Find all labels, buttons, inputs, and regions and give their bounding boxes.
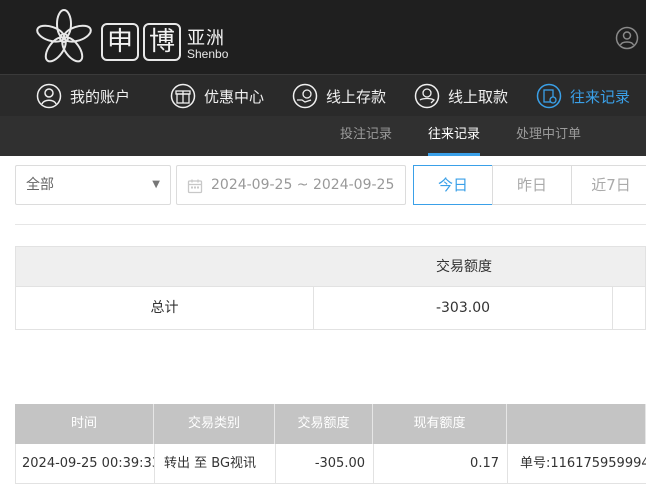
cell-balance: 0.17 xyxy=(374,444,508,484)
date-range-value: 2024-09-25 ~ 2024-09-25 xyxy=(211,177,395,193)
main-nav: 我的账户 优惠中心 线上存款 线上取款 往来记录 xyxy=(0,74,646,116)
column-header-amount: 交易额度 xyxy=(275,404,373,444)
logo-char-1: 申 xyxy=(101,23,139,61)
flower-logo-icon xyxy=(36,9,92,63)
nav-label: 往来记录 xyxy=(570,87,631,106)
nav-label: 我的账户 xyxy=(70,87,131,106)
cell-amount: -305.00 xyxy=(276,444,374,484)
caret-down-icon: ▼ xyxy=(152,179,160,190)
summary-header: 交易额度 xyxy=(15,246,646,287)
date-range-input[interactable]: 2024-09-25 ~ 2024-09-25 xyxy=(176,165,406,205)
user-account-icon[interactable] xyxy=(615,26,639,50)
summary-total-value: -303.00 xyxy=(314,287,613,329)
column-header-order xyxy=(507,404,646,444)
nav-item-promotions[interactable]: 优惠中心 xyxy=(170,75,264,117)
summary-header-label: 交易额度 xyxy=(436,259,492,275)
select-value: 全部 xyxy=(26,177,54,193)
tab-bet-records[interactable]: 投注记录 xyxy=(340,116,392,156)
nav-item-online-deposit[interactable]: 线上存款 xyxy=(292,75,386,117)
nav-label: 线上存款 xyxy=(326,87,387,106)
column-header-type: 交易类别 xyxy=(154,404,275,444)
logo-char-2: 博 xyxy=(143,23,181,61)
sub-nav: 投注记录 往来记录 处理中订单 xyxy=(0,116,646,156)
today-button[interactable]: 今日 xyxy=(413,165,493,205)
column-header-balance: 现有额度 xyxy=(373,404,507,444)
table-row: 2024-09-25 00:39:33 转出 至 BG视讯 -305.00 0.… xyxy=(15,444,646,484)
nav-label: 优惠中心 xyxy=(204,87,265,106)
transaction-type-select[interactable]: 全部 ▼ xyxy=(15,165,171,205)
column-header-time: 时间 xyxy=(15,404,154,444)
nav-label: 线上取款 xyxy=(448,87,509,106)
records-icon xyxy=(536,83,562,109)
divider xyxy=(15,224,646,225)
user-circle-icon xyxy=(36,83,62,109)
tab-transaction-records[interactable]: 往来记录 xyxy=(428,116,481,156)
nav-item-online-withdraw[interactable]: 线上取款 xyxy=(414,75,508,117)
cell-type: 转出 至 BG视讯 xyxy=(155,444,276,484)
deposit-icon xyxy=(292,83,318,109)
nav-item-records[interactable]: 往来记录 xyxy=(536,75,630,117)
tab-pending-orders[interactable]: 处理中订单 xyxy=(516,116,581,156)
cell-time: 2024-09-25 00:39:33 xyxy=(16,444,155,484)
top-header: 申 博 亚洲 Shenbo xyxy=(0,0,646,74)
yesterday-button[interactable]: 昨日 xyxy=(492,165,572,205)
summary-row: 总计 -303.00 xyxy=(15,287,646,330)
calendar-icon xyxy=(187,179,203,194)
nav-item-my-account[interactable]: 我的账户 xyxy=(36,75,130,117)
summary-total-label: 总计 xyxy=(16,287,314,329)
last-7-days-button[interactable]: 近7日 xyxy=(571,165,646,205)
gift-icon xyxy=(170,83,196,109)
cell-order-number: 单号:116175959994 xyxy=(520,456,646,471)
details-header: 时间 交易类别 交易额度 现有额度 xyxy=(15,404,646,444)
logo-english-text: Shenbo xyxy=(187,47,229,61)
withdraw-icon xyxy=(414,83,440,109)
